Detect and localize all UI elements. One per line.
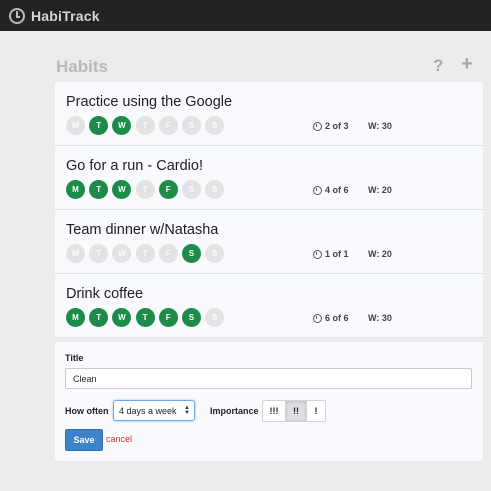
completion-count-text: 4 of 6 (325, 185, 349, 195)
day-toggle[interactable]: F (158, 180, 178, 199)
completion-count-text: 1 of 1 (325, 249, 349, 259)
habit-weight: W: 30 (368, 313, 392, 323)
day-toggle[interactable]: M (66, 244, 85, 263)
habit-card[interactable]: Drink coffee MTWTFSS 6 of 6 W: 30 (55, 274, 483, 338)
day-toggle[interactable]: S (205, 308, 225, 327)
habit-title[interactable]: Drink coffee (66, 286, 143, 302)
day-toggle[interactable]: F (158, 116, 178, 135)
day-toggle[interactable]: T (89, 308, 109, 327)
day-toggle[interactable]: W (112, 116, 132, 135)
day-toggle[interactable]: T (135, 308, 155, 327)
day-toggle[interactable]: S (181, 308, 201, 327)
habit-days: MTWTFSS (66, 180, 228, 199)
completion-count-text: 6 of 6 (325, 313, 349, 323)
day-toggle[interactable]: S (205, 180, 225, 199)
habit-days: MTWTFSS (66, 244, 228, 263)
habit-title[interactable]: Go for a run - Cardio! (66, 158, 203, 174)
day-toggle[interactable]: M (66, 116, 85, 135)
completion-count: 4 of 6 (313, 185, 349, 195)
day-toggle[interactable]: M (66, 308, 85, 327)
importance-option[interactable]: !! (285, 400, 307, 422)
habit-title[interactable]: Practice using the Google (66, 94, 232, 110)
day-toggle[interactable]: S (181, 116, 201, 135)
completion-count: 1 of 1 (313, 249, 349, 259)
day-toggle[interactable]: M (66, 180, 85, 199)
how-often-select[interactable]: 4 days a week ▲ ▼ (113, 400, 195, 421)
cancel-link[interactable]: cancel (106, 434, 132, 444)
app-name[interactable]: HabiTrack (31, 8, 100, 24)
habit-weight: W: 30 (368, 121, 392, 131)
title-input[interactable] (65, 368, 472, 389)
clock-icon (313, 121, 322, 131)
habit-days: MTWTFSS (66, 116, 228, 135)
importance-label: Importance (210, 406, 259, 416)
habit-card[interactable]: Practice using the Google MTWTFSS 2 of 3… (55, 82, 483, 146)
clock-logo-icon (9, 7, 25, 24)
clock-icon (313, 313, 322, 323)
clock-icon (313, 249, 322, 259)
day-toggle[interactable]: T (135, 116, 155, 135)
importance-option[interactable]: ! (306, 400, 326, 422)
day-toggle[interactable]: S (205, 116, 225, 135)
habit-weight: W: 20 (368, 185, 392, 195)
day-toggle[interactable]: T (89, 244, 109, 263)
select-arrows-icon: ▲ ▼ (184, 405, 190, 416)
top-bar: HabiTrack (0, 0, 491, 31)
how-often-label: How often (65, 406, 109, 416)
habit-days: MTWTFSS (66, 308, 228, 327)
day-toggle[interactable]: W (112, 244, 132, 263)
habit-weight: W: 20 (368, 249, 392, 259)
page-title: Habits (56, 57, 108, 76)
day-toggle[interactable]: F (158, 308, 178, 327)
help-icon[interactable]: ? (433, 56, 443, 76)
day-toggle[interactable]: S (205, 244, 225, 263)
habit-card[interactable]: Team dinner w/Natasha MTWTFSS 1 of 1 W: … (55, 210, 483, 274)
importance-button-group: !!!!!! (262, 400, 326, 422)
habit-form: Title How often 4 days a week ▲▼ Importa… (55, 342, 483, 461)
habit-card[interactable]: Go for a run - Cardio! MTWTFSS 4 of 6 W:… (55, 146, 483, 210)
day-toggle[interactable]: T (89, 116, 109, 135)
day-toggle[interactable]: T (135, 244, 155, 263)
day-toggle[interactable]: W (112, 180, 132, 199)
habit-list: Practice using the Google MTWTFSS 2 of 3… (55, 82, 483, 338)
day-toggle[interactable]: T (135, 180, 155, 199)
day-toggle[interactable]: F (158, 244, 178, 263)
day-toggle[interactable]: W (112, 308, 132, 327)
title-label: Title (65, 353, 84, 363)
day-toggle[interactable]: S (181, 244, 201, 263)
importance-option[interactable]: !!! (262, 400, 286, 422)
completion-count: 2 of 3 (313, 121, 349, 131)
day-toggle[interactable]: T (89, 180, 109, 199)
how-often-value: 4 days a week (119, 405, 177, 416)
clock-icon (313, 185, 322, 195)
day-toggle[interactable]: S (181, 180, 201, 199)
completion-count-text: 2 of 3 (325, 121, 349, 131)
add-habit-icon[interactable]: + (461, 53, 473, 76)
habit-title[interactable]: Team dinner w/Natasha (66, 222, 218, 238)
completion-count: 6 of 6 (313, 313, 349, 323)
save-button[interactable]: Save (65, 429, 103, 451)
